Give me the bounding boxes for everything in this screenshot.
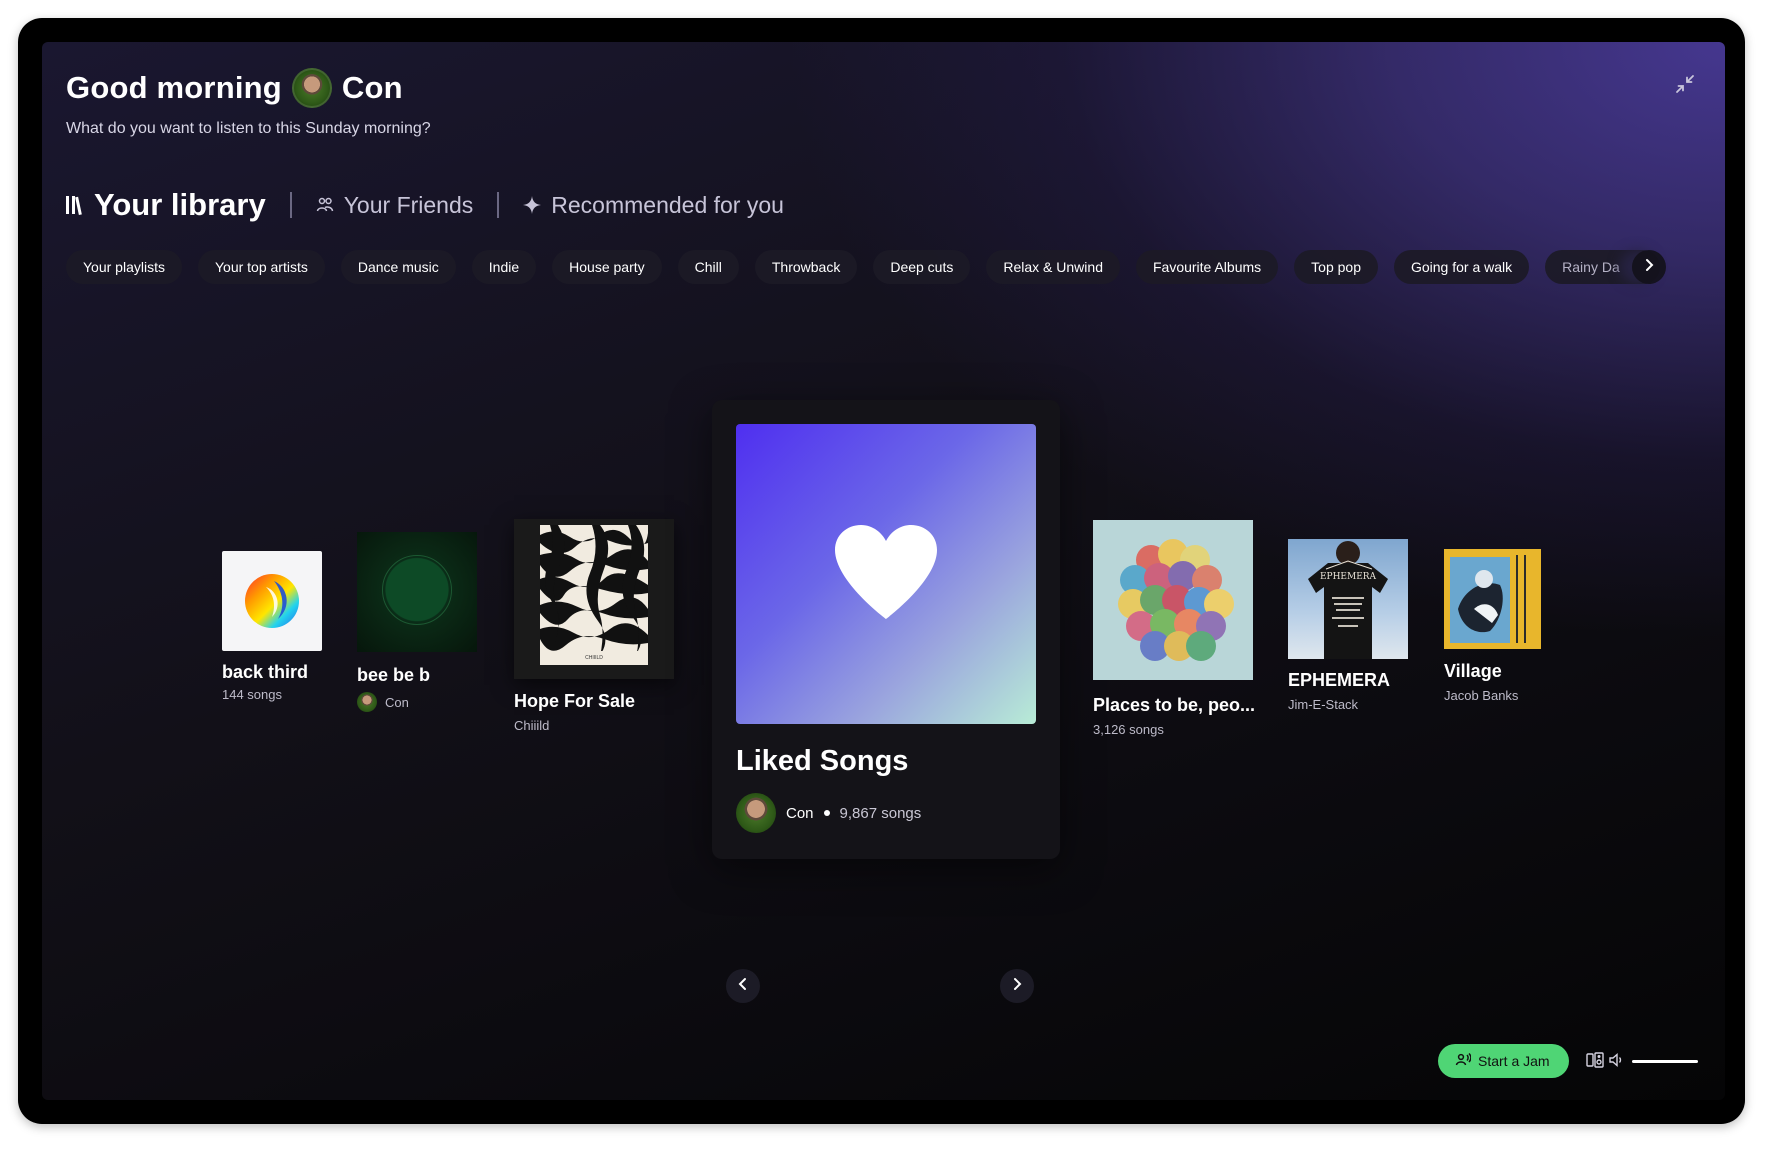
featured-meta: Con 9,867 songs <box>736 793 921 833</box>
sparkle-icon <box>523 196 542 214</box>
tab-divider <box>289 192 292 218</box>
greeting-subtitle: What do you want to listen to this Sunda… <box>66 120 431 137</box>
chip-deep-cuts[interactable]: Deep cuts <box>873 250 971 284</box>
heart-icon <box>833 523 939 626</box>
playlist-card-places-to-be[interactable]: Places to be, peo... 3,126 songs <box>1093 520 1258 740</box>
album-cover: EPHEMERA <box>1288 539 1408 659</box>
cover-text: EPHEMERA <box>1320 572 1377 582</box>
playlist-cover <box>357 532 477 652</box>
liked-songs-cover <box>736 424 1036 724</box>
chip-your-playlists[interactable]: Your playlists <box>66 250 182 284</box>
start-jam-button[interactable]: Start a Jam <box>1438 1044 1569 1078</box>
app-screen: Good morning Con What do you want to lis… <box>42 42 1725 1100</box>
card-meta: Jacob Banks <box>1444 688 1518 703</box>
tab-your-friends[interactable]: Your Friends <box>316 191 474 219</box>
library-icon <box>66 194 84 216</box>
separator-dot <box>823 810 830 816</box>
tab-label: Recommended for you <box>551 191 784 218</box>
carousel-next-button[interactable] <box>1000 969 1034 1003</box>
volume-slider[interactable] <box>1632 1060 1698 1063</box>
card-meta: 3,126 songs <box>1093 722 1164 737</box>
minimize-icon[interactable] <box>1673 72 1697 96</box>
card-meta: Con <box>357 692 409 712</box>
chip-favourite-albums[interactable]: Favourite Albums <box>1135 250 1279 284</box>
chip-indie[interactable]: Indie <box>471 250 537 284</box>
chip-dance-music[interactable]: Dance music <box>340 250 456 284</box>
chevron-right-icon <box>1643 258 1655 277</box>
card-meta-text: 144 songs <box>222 687 282 702</box>
card-meta-text: 3,126 songs <box>1093 722 1164 737</box>
tab-divider <box>497 192 500 218</box>
connect-device-icon[interactable] <box>1586 1052 1604 1073</box>
card-meta-text: Con <box>385 694 409 710</box>
tab-recommended[interactable]: Recommended for you <box>523 192 784 219</box>
card-title: back third <box>222 662 309 682</box>
album-cover <box>1444 549 1541 649</box>
jam-icon <box>1455 1052 1472 1070</box>
tab-label: Your library <box>94 187 266 222</box>
card-meta-text: Chiiild <box>514 718 550 733</box>
playlist-card-back-third[interactable]: back third 144 songs <box>222 551 342 702</box>
card-title: bee be b <box>357 665 431 685</box>
card-title: Hope For Sale <box>514 691 636 711</box>
chip-your-top-artists[interactable]: Your top artists <box>197 250 325 284</box>
user-name: Con <box>341 70 403 105</box>
chip-throwback[interactable]: Throwback <box>754 250 858 284</box>
card-title: Village <box>1444 661 1502 681</box>
album-card-village[interactable]: Village Jacob Banks <box>1444 549 1549 703</box>
chevron-left-icon <box>737 977 749 996</box>
tab-label: Your Friends <box>343 191 474 218</box>
card-title: Places to be, peo... <box>1093 695 1256 715</box>
carousel-prev-button[interactable] <box>726 969 760 1003</box>
owner-avatar <box>736 793 776 833</box>
playlist-card-bee-be-b[interactable]: bee be b Con <box>357 532 482 712</box>
playlist-cover <box>222 551 322 651</box>
album-card-ephemera[interactable]: EPHEMERA EPHEMERA Jim-E-Stack <box>1288 539 1413 719</box>
album-card-hope-for-sale[interactable]: CHIIILD Hope For Sale Chiiild <box>514 519 679 739</box>
volume-icon[interactable] <box>1608 1052 1624 1073</box>
jam-label: Start a Jam <box>1478 1053 1550 1069</box>
chip-top-pop[interactable]: Top pop <box>1294 250 1378 284</box>
chips-scroll-right-button[interactable] <box>1632 250 1666 284</box>
chip-going-for-a-walk[interactable]: Going for a walk <box>1393 250 1530 284</box>
featured-owner: Con <box>786 804 814 822</box>
card-meta: 144 songs <box>222 687 282 702</box>
cover-text: CHIIILD <box>540 651 648 665</box>
chip-relax-unwind[interactable]: Relax & Unwind <box>986 250 1120 284</box>
user-avatar[interactable] <box>291 68 332 108</box>
album-cover: CHIIILD <box>514 519 674 679</box>
card-meta-text: Jim-E-Stack <box>1288 697 1359 712</box>
chip-chill[interactable]: Chill <box>677 250 739 284</box>
tab-your-library[interactable]: Your library <box>66 187 266 223</box>
featured-title: Liked Songs <box>736 745 909 777</box>
card-title: EPHEMERA <box>1288 670 1391 690</box>
featured-count: 9,867 songs <box>839 804 922 822</box>
chip-house-party[interactable]: House party <box>552 250 662 284</box>
owner-avatar <box>357 692 377 712</box>
card-meta: Jim-E-Stack <box>1288 697 1358 712</box>
tab-bar: Your library Your Friends Recommended fo… <box>66 187 784 223</box>
chevron-right-icon <box>1011 977 1023 996</box>
greeting: Good morning Con <box>66 68 403 108</box>
card-meta: Chiiild <box>514 718 549 733</box>
greeting-prefix: Good morning <box>66 70 282 105</box>
playlist-cover <box>1093 520 1253 680</box>
friends-icon <box>316 196 334 214</box>
filter-chips: Your playlists Your top artists Dance mu… <box>66 250 1706 290</box>
card-meta-text: Jacob Banks <box>1444 688 1519 703</box>
featured-card-liked-songs[interactable]: Liked Songs Con 9,867 songs <box>712 400 1060 859</box>
